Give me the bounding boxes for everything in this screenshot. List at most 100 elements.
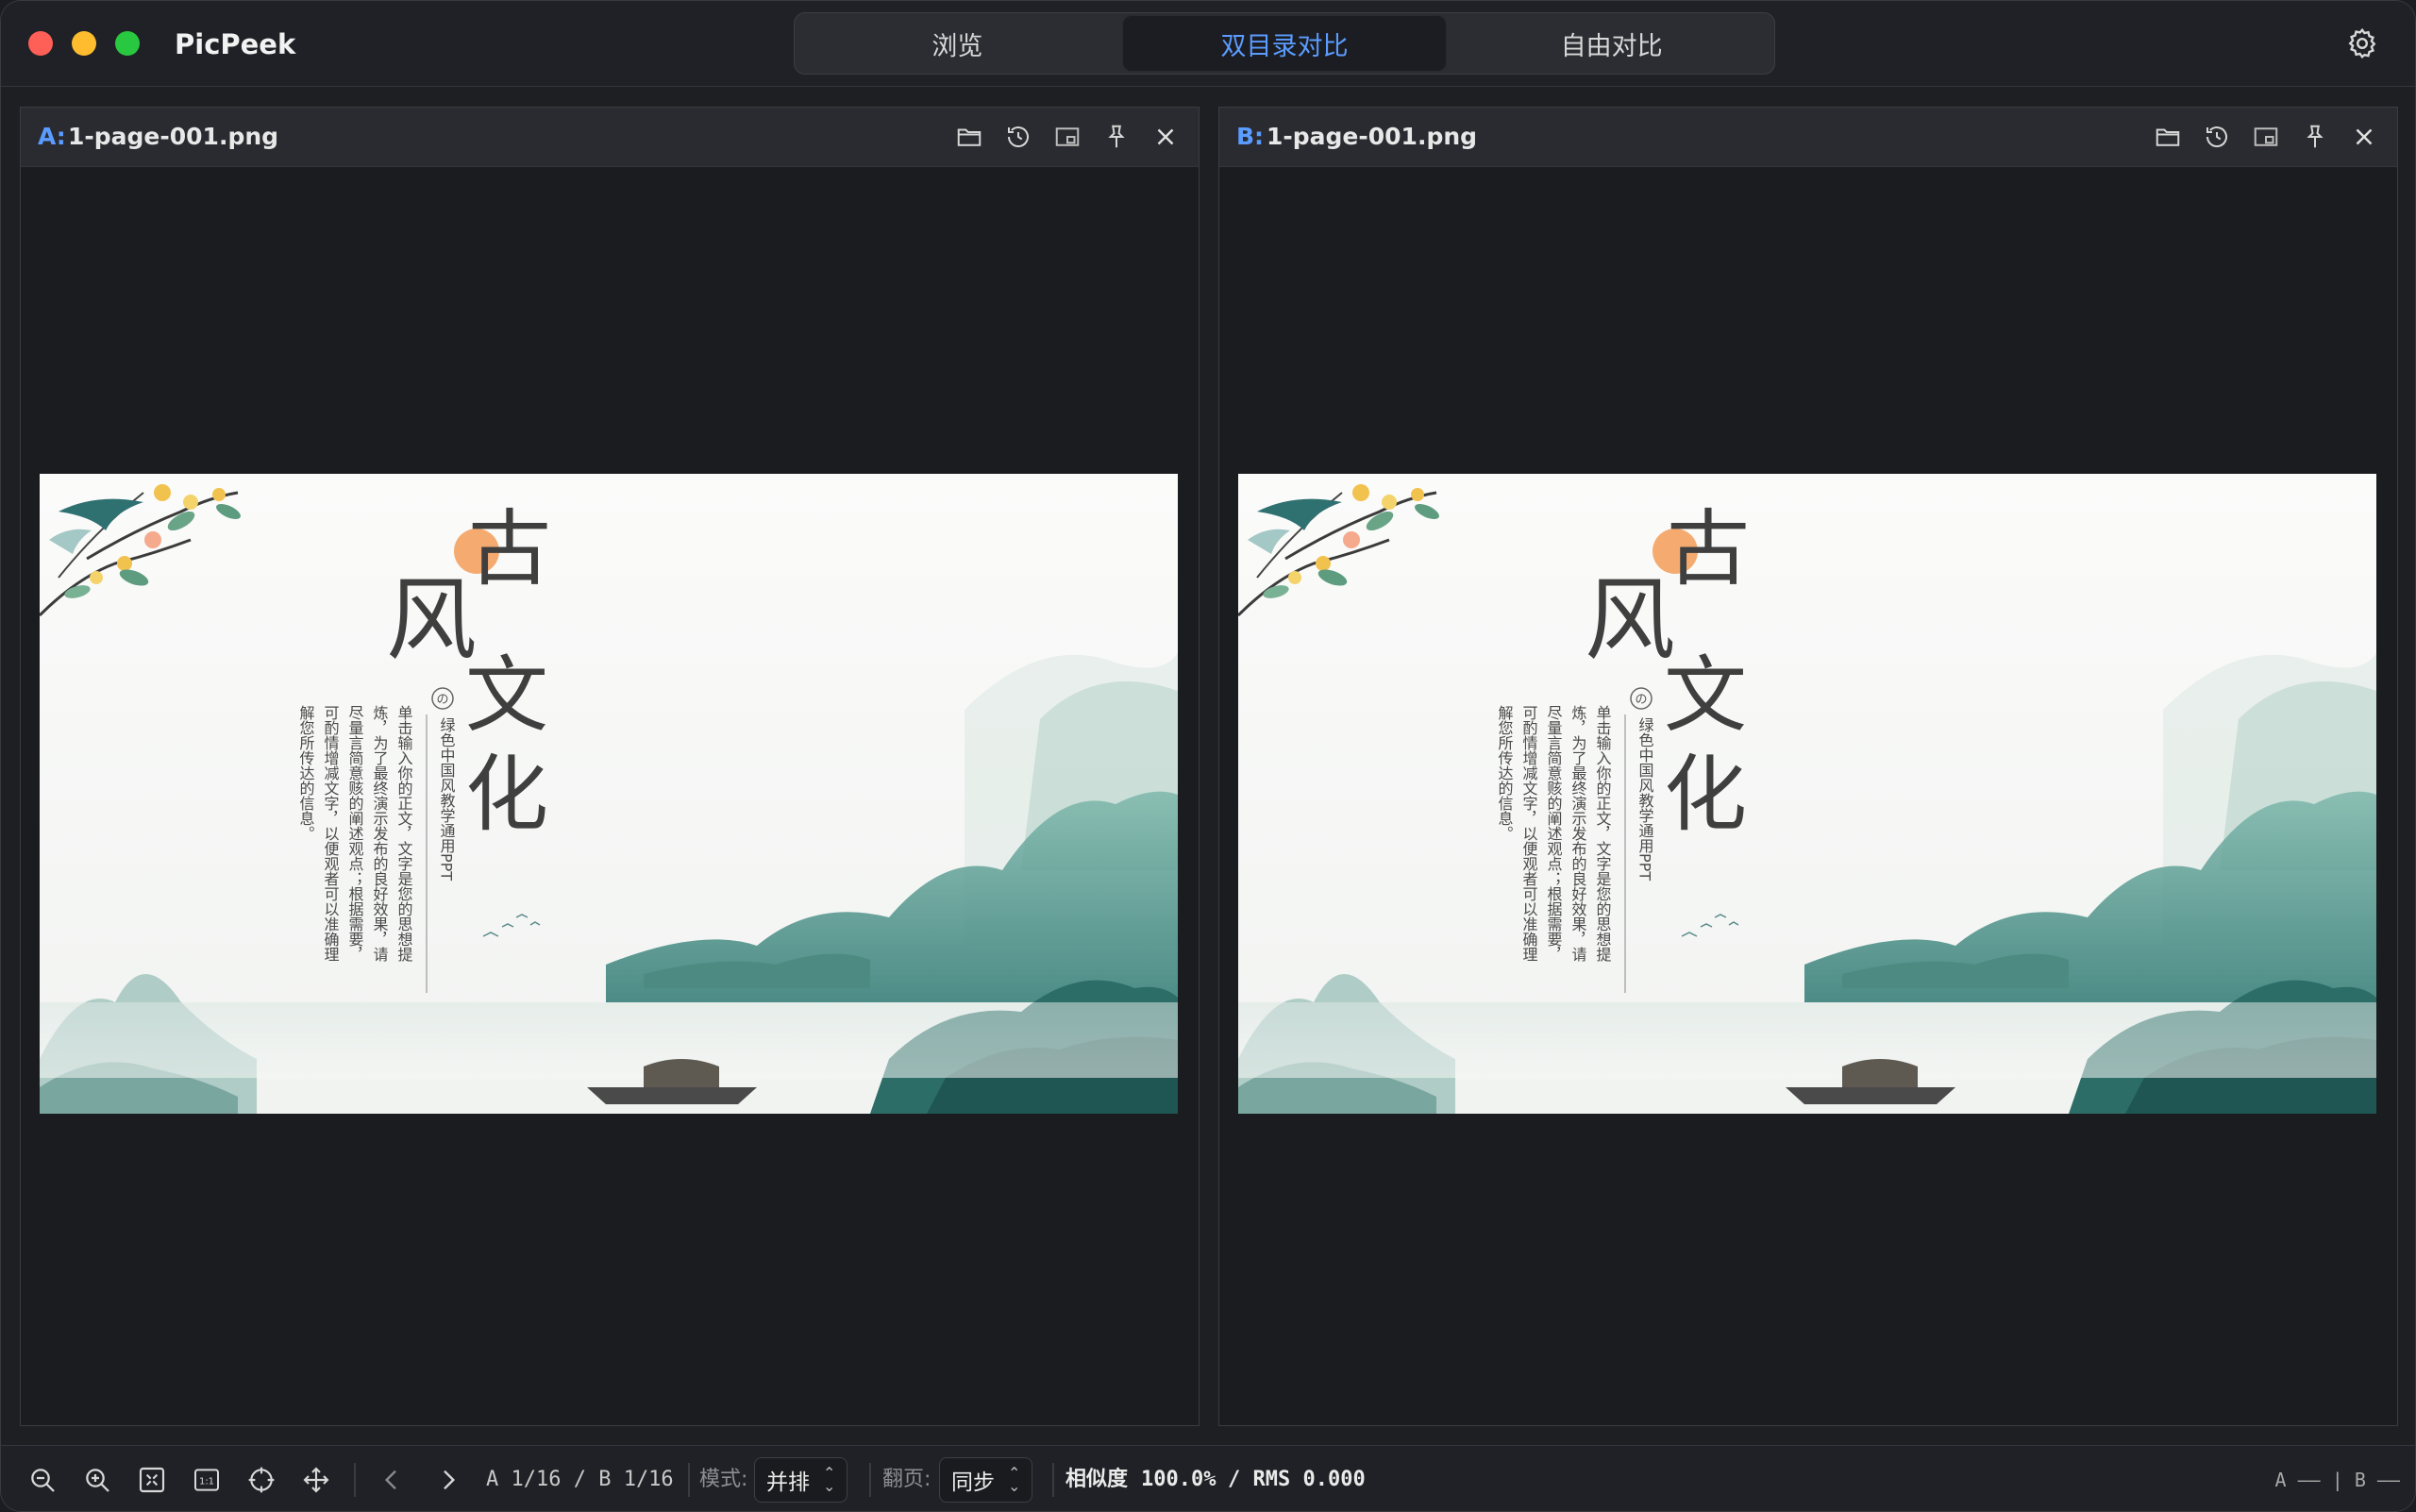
previous-page-button[interactable] <box>371 1459 412 1501</box>
settings-button[interactable] <box>2345 26 2379 60</box>
close-window-button[interactable] <box>28 31 53 56</box>
slide-artwork: 古 风 文 化 の 绿色中国风教学通用PPT 单击输入你的正文，文字是您的思想提… <box>40 474 1178 1114</box>
fit-screen-button[interactable] <box>131 1459 173 1501</box>
history-icon <box>2206 126 2227 148</box>
zoom-in-button[interactable] <box>76 1459 118 1501</box>
zoom-in-icon <box>86 1469 109 1492</box>
folder-icon <box>957 128 982 146</box>
pane-b-close-button[interactable] <box>2346 119 2382 155</box>
pane-a-pin-button[interactable] <box>1099 119 1134 155</box>
slide-body-line-4: 可酌情增减文字，以便观者可以准确理 <box>322 705 340 962</box>
slide-body-line-4: 可酌情增减文字，以便观者可以准确理 <box>1520 705 1538 962</box>
next-page-button[interactable] <box>428 1459 469 1501</box>
minimize-window-button[interactable] <box>72 31 96 56</box>
close-icon <box>1157 128 1174 145</box>
slide-title-char-1: 古 <box>468 500 551 597</box>
slide-body-line-5: 解您所传达的信息。 <box>1496 705 1514 841</box>
zoom-out-button[interactable] <box>22 1459 63 1501</box>
chevron-up-down-icon: ⌃ ⌄ <box>823 1464 836 1495</box>
slide-body-line-1: 单击输入你的正文，文字是您的思想提 <box>1594 705 1612 963</box>
chevron-left-icon <box>384 1470 396 1490</box>
paging-select-value: 同步 <box>951 1470 995 1495</box>
chevron-up-down-icon: ⌃ ⌄ <box>1008 1464 1021 1495</box>
image-pane-b: B: 1-page-001.png 古 风 文 化 の 绿色中国风教学通用PPT… <box>1218 107 2398 1426</box>
mode-select-value: 并排 <box>766 1470 810 1495</box>
center-button[interactable] <box>241 1459 282 1501</box>
slide-badge: の <box>1635 693 1647 707</box>
slide-body-line-3: 尽量言简意赅的阐述观点；根据需要， <box>346 705 364 962</box>
pane-b-filename: 1-page-001.png <box>1267 123 1478 150</box>
pane-a-history-button[interactable] <box>1000 119 1036 155</box>
tab-dual-directory-compare[interactable]: 双目录对比 <box>1121 15 1448 72</box>
bottom-toolbar: 1:1 A 1/16 / B 1/16 模式: 并排 ⌃ ⌄ 翻页: 同步 ⌃ ⌄ … <box>1 1445 2415 1511</box>
slide-title-char-3: 文 <box>465 647 548 744</box>
title-bar: PicPeek 浏览 双目录对比 自由对比 <box>1 1 2415 87</box>
close-icon <box>2356 128 2373 145</box>
folder-icon <box>2156 128 2180 146</box>
fit-screen-icon <box>139 1467 165 1493</box>
pin-icon <box>2307 125 2324 148</box>
tab-free-compare[interactable]: 自由对比 <box>1449 13 1774 74</box>
pan-button[interactable] <box>295 1459 337 1501</box>
toolbar-divider <box>354 1463 356 1497</box>
pane-a-image[interactable]: 古 风 文 化 の 绿色中国风教学通用PPT 单击输入你的正文，文字是您的思想提… <box>40 474 1178 1114</box>
toolbar-divider <box>869 1463 871 1497</box>
mode-tabs: 浏览 双目录对比 自由对比 <box>794 12 1775 75</box>
slide-badge: の <box>436 693 448 707</box>
slide-body-line-2: 炼，为了最终演示发布的良好效果，请 <box>371 705 389 963</box>
app-title: PicPeek <box>175 28 296 60</box>
page-status: A 1/16 / B 1/16 <box>486 1468 674 1491</box>
slide-body-line-3: 尽量言简意赅的阐述观点；根据需要， <box>1545 705 1563 962</box>
image-pane-a: A: 1-page-001.png 古 风 文 化 の 绿色中国风教学通用PPT… <box>20 107 1200 1426</box>
mode-select[interactable]: 并排 ⌃ ⌄ <box>754 1457 848 1503</box>
pane-a-open-folder-button[interactable] <box>951 119 987 155</box>
similarity-label: 相似度 <box>1065 1468 1129 1491</box>
fit-window-icon <box>1055 127 1080 146</box>
pane-b-tools <box>2150 119 2382 155</box>
move-icon <box>303 1467 329 1493</box>
slide-title-char-3: 文 <box>1664 647 1747 744</box>
slide-title-char-4: 化 <box>465 746 548 843</box>
tab-browse[interactable]: 浏览 <box>795 13 1120 74</box>
slide-title-char-2: 风 <box>1585 567 1675 673</box>
crosshair-icon <box>248 1467 275 1493</box>
pin-icon <box>1108 125 1125 148</box>
pane-a-fit-button[interactable] <box>1049 119 1085 155</box>
pane-b-header: B: 1-page-001.png <box>1219 108 2397 167</box>
pane-status: A –– | B –– <box>2274 1469 2400 1491</box>
zoom-out-icon <box>31 1469 55 1492</box>
pane-b-image[interactable]: 古 风 文 化 の 绿色中国风教学通用PPT 单击输入你的正文，文字是您的思想提… <box>1238 474 2376 1114</box>
pane-a-tools <box>951 119 1183 155</box>
gear-icon <box>2348 27 2376 59</box>
slide-title-char-2: 风 <box>386 567 477 673</box>
pane-b-label: B: <box>1236 123 1265 150</box>
toolbar-divider <box>1052 1463 1054 1497</box>
slide-title-char-4: 化 <box>1664 746 1747 843</box>
pane-b-history-button[interactable] <box>2199 119 2235 155</box>
slide-body-line-2: 炼，为了最终演示发布的良好效果，请 <box>1569 705 1587 963</box>
rms-value: / RMS 0.000 <box>1228 1468 1366 1491</box>
pane-a-filename: 1-page-001.png <box>68 123 279 150</box>
slide-body-line-1: 单击输入你的正文，文字是您的思想提 <box>395 705 413 963</box>
pane-b-pin-button[interactable] <box>2297 119 2333 155</box>
paging-select[interactable]: 同步 ⌃ ⌄ <box>939 1457 1033 1503</box>
slide-title-char-1: 古 <box>1667 500 1750 597</box>
slide-artwork: 古 风 文 化 の 绿色中国风教学通用PPT 单击输入你的正文，文字是您的思想提… <box>1238 474 2376 1114</box>
pane-a-label: A: <box>38 123 66 150</box>
pane-b-open-folder-button[interactable] <box>2150 119 2186 155</box>
actual-size-button[interactable]: 1:1 <box>186 1459 227 1501</box>
similarity-value: 100.0% <box>1141 1468 1216 1491</box>
slide-body-line-5: 解您所传达的信息。 <box>297 705 315 841</box>
app-window: PicPeek 浏览 双目录对比 自由对比 A: 1-page-001.png <box>0 0 2416 1512</box>
toolbar-divider <box>688 1463 690 1497</box>
actual-size-icon: 1:1 <box>194 1469 219 1491</box>
fit-window-icon <box>2254 127 2278 146</box>
chevron-right-icon <box>444 1470 456 1490</box>
slide-subtitle: 绿色中国风教学通用PPT <box>1636 717 1654 881</box>
pane-b-fit-button[interactable] <box>2248 119 2284 155</box>
mode-label: 模式: <box>699 1468 748 1491</box>
pane-a-close-button[interactable] <box>1148 119 1183 155</box>
paging-label: 翻页: <box>882 1468 931 1491</box>
pane-a-header: A: 1-page-001.png <box>21 108 1199 167</box>
zoom-window-button[interactable] <box>115 31 140 56</box>
